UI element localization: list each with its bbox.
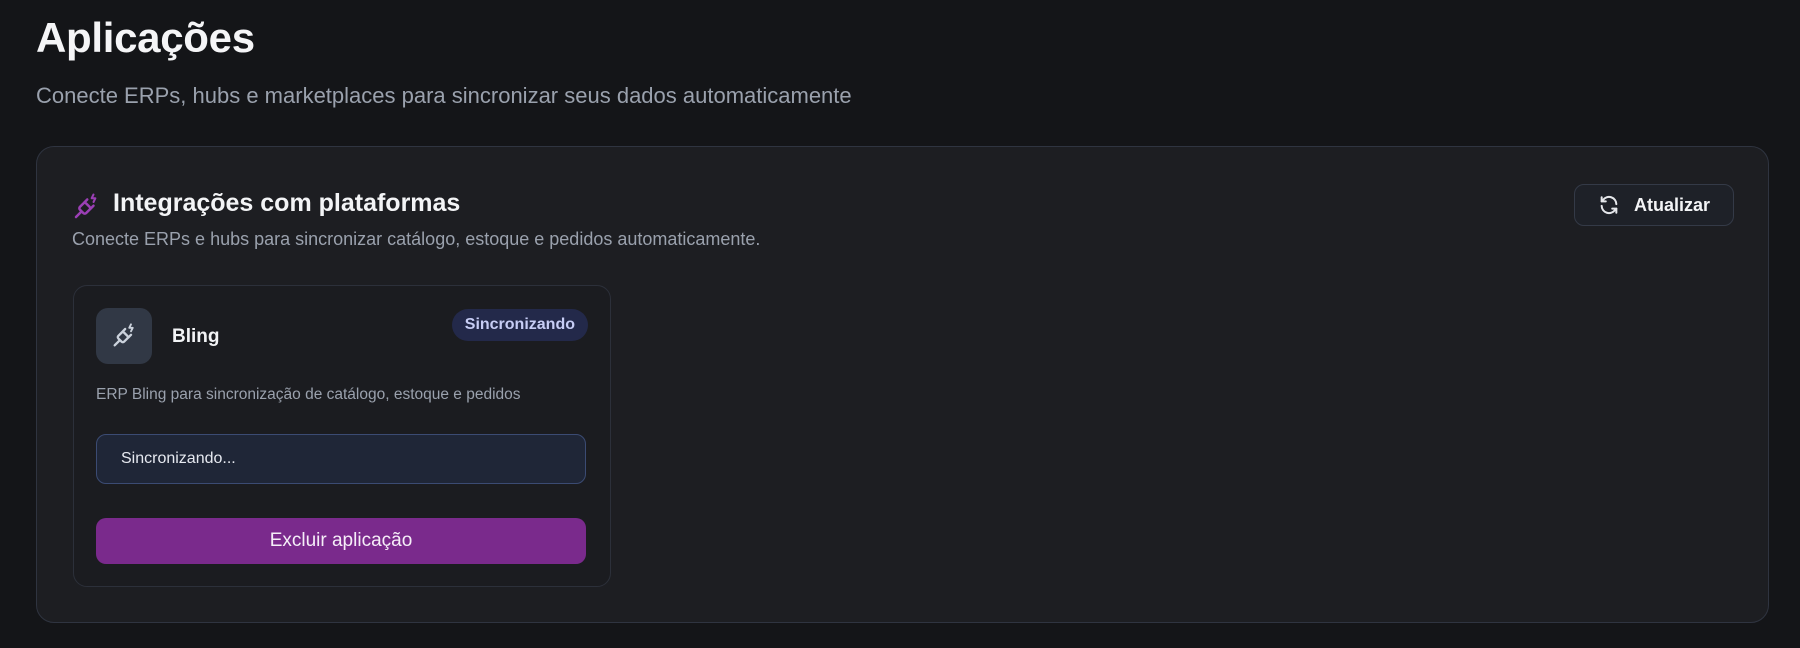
app-card-bling: Bling Sincronizando ERP Bling para sincr…: [73, 285, 611, 587]
page-title: Aplicações: [36, 14, 255, 61]
page-subtitle: Conecte ERPs, hubs e marketplaces para s…: [36, 83, 852, 108]
panel-title: Integrações com plataformas: [113, 189, 461, 217]
refresh-button[interactable]: Atualizar: [1574, 184, 1734, 226]
panel-description: Conecte ERPs e hubs para sincronizar cat…: [72, 229, 761, 249]
plug-icon: [74, 193, 97, 219]
refresh-button-label: Atualizar: [1633, 194, 1711, 215]
plug-icon: [113, 323, 134, 347]
app-logo: [96, 308, 152, 364]
delete-app-button[interactable]: Excluir aplicação: [96, 518, 586, 564]
app-description: ERP Bling para sincronização de catálogo…: [96, 386, 521, 403]
integrations-panel: Integrações com plataformas Conecte ERPs…: [36, 146, 1769, 623]
sync-status-field: Sincronizando...: [96, 434, 586, 484]
app-name: Bling: [172, 326, 220, 347]
status-badge: Sincronizando: [451, 309, 588, 341]
refresh-icon: [1600, 195, 1618, 215]
